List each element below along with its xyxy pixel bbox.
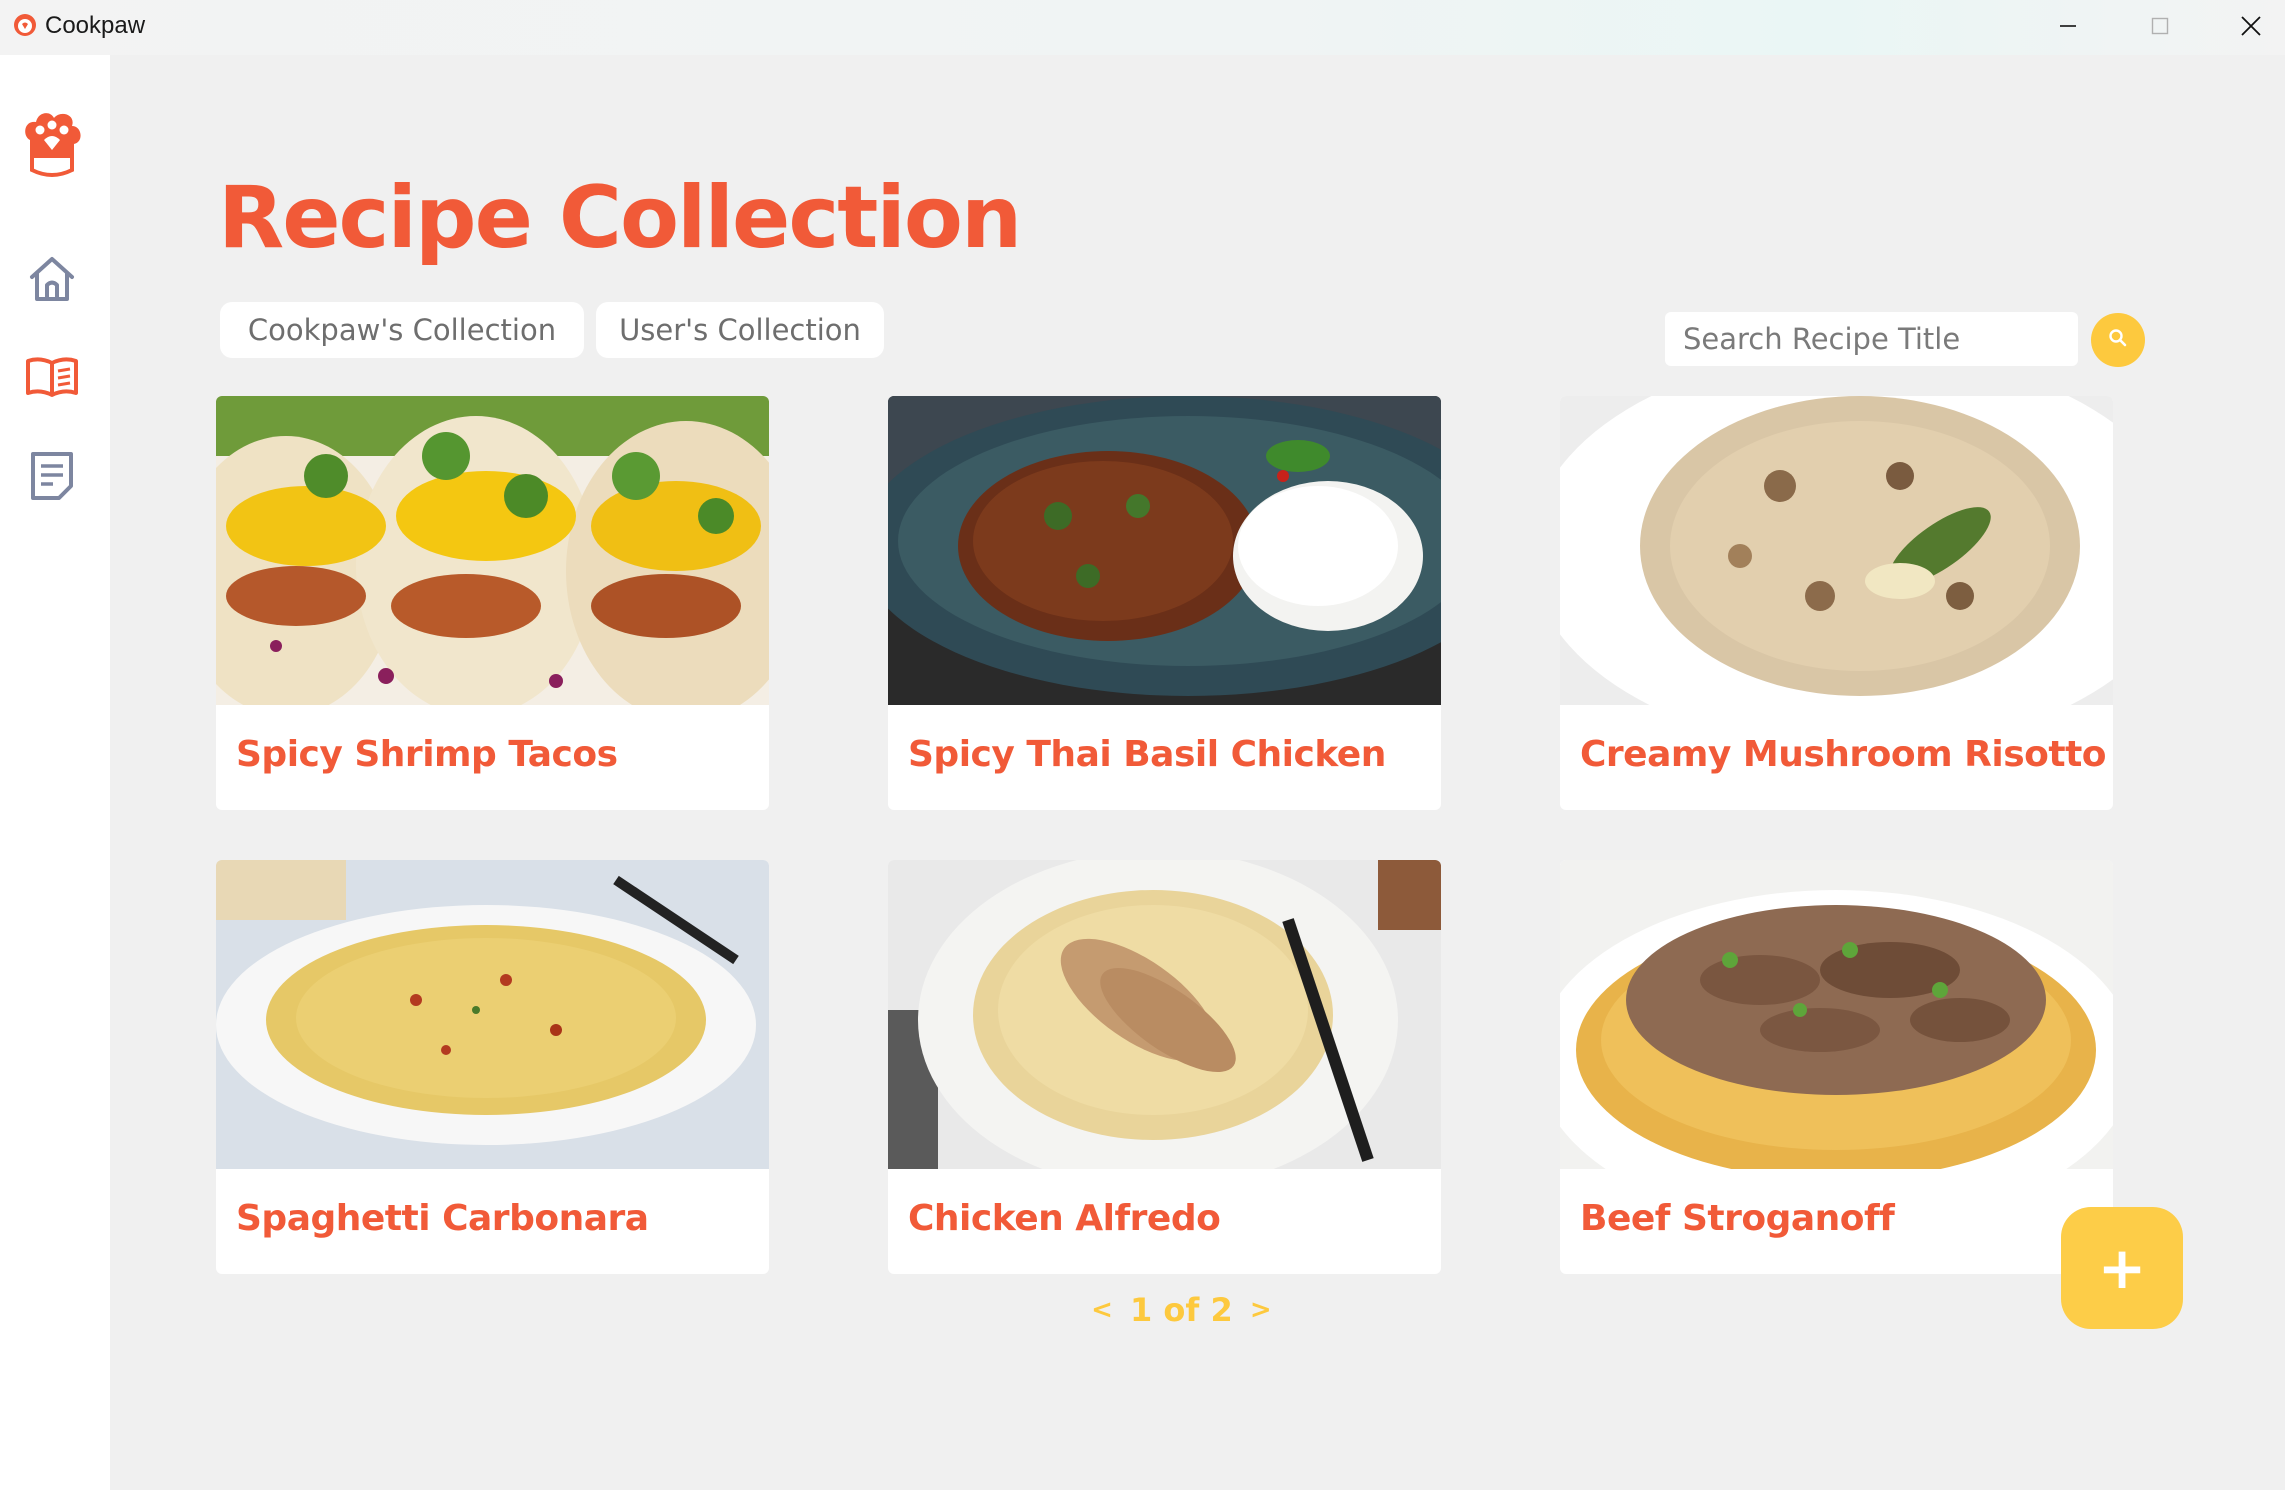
book-icon [24, 353, 80, 405]
recipe-title: Creamy Mushroom Risotto [1580, 734, 2107, 775]
close-icon [2240, 15, 2262, 41]
window-title: Cookpaw [45, 12, 146, 39]
recipe-title: Spicy Thai Basil Chicken [908, 734, 1386, 775]
recipe-card[interactable]: Spicy Shrimp Tacos [216, 396, 769, 810]
page-title: Recipe Collection [218, 168, 1022, 268]
recipe-card[interactable]: Spaghetti Carbonara [216, 860, 769, 1274]
close-button[interactable] [2205, 0, 2285, 55]
minimize-icon [2058, 16, 2078, 40]
sidebar [0, 55, 110, 1490]
recipe-title: Spaghetti Carbonara [236, 1198, 649, 1239]
maximize-icon [2150, 16, 2170, 40]
page-indicator: 1 of 2 [1130, 1291, 1233, 1329]
app-logo-icon [10, 10, 40, 40]
pagination: < 1 of 2 > [1082, 1290, 1281, 1330]
recipe-title: Beef Stroganoff [1580, 1198, 1895, 1239]
search-input[interactable] [1665, 312, 2078, 366]
recipe-photo [216, 860, 769, 1169]
recipe-photo [888, 860, 1441, 1169]
search-icon [2108, 328, 2128, 352]
home-icon [26, 253, 78, 309]
minimize-button[interactable] [2022, 0, 2114, 55]
maximize-button[interactable] [2114, 0, 2206, 55]
recipe-card[interactable]: Creamy Mushroom Risotto [1560, 396, 2113, 810]
tab-user-collection[interactable]: User's Collection [596, 302, 884, 358]
recipe-photo [216, 396, 769, 705]
sidebar-item-notes[interactable] [24, 450, 80, 506]
notes-icon [27, 450, 77, 506]
sidebar-item-home[interactable] [24, 253, 80, 309]
prev-page-button[interactable]: < [1082, 1295, 1122, 1325]
recipe-photo [1560, 860, 2113, 1169]
title-bar: Cookpaw [0, 0, 2285, 55]
recipe-card[interactable]: Chicken Alfredo [888, 860, 1441, 1274]
recipe-photo [888, 396, 1441, 705]
plus-icon: + [2097, 1234, 2147, 1302]
sidebar-item-recipes[interactable] [24, 351, 80, 407]
add-recipe-button[interactable]: + [2061, 1207, 2183, 1329]
tab-cookpaw-collection[interactable]: Cookpaw's Collection [220, 302, 584, 358]
recipe-title: Chicken Alfredo [908, 1198, 1221, 1239]
recipe-photo [1560, 396, 2113, 705]
search-button[interactable] [2091, 313, 2145, 367]
recipe-card[interactable]: Spicy Thai Basil Chicken [888, 396, 1441, 810]
next-page-button[interactable]: > [1241, 1295, 1281, 1325]
recipe-title: Spicy Shrimp Tacos [236, 734, 618, 775]
paw-chef-logo-icon[interactable] [20, 110, 84, 182]
recipe-card[interactable]: Beef Stroganoff [1560, 860, 2113, 1274]
